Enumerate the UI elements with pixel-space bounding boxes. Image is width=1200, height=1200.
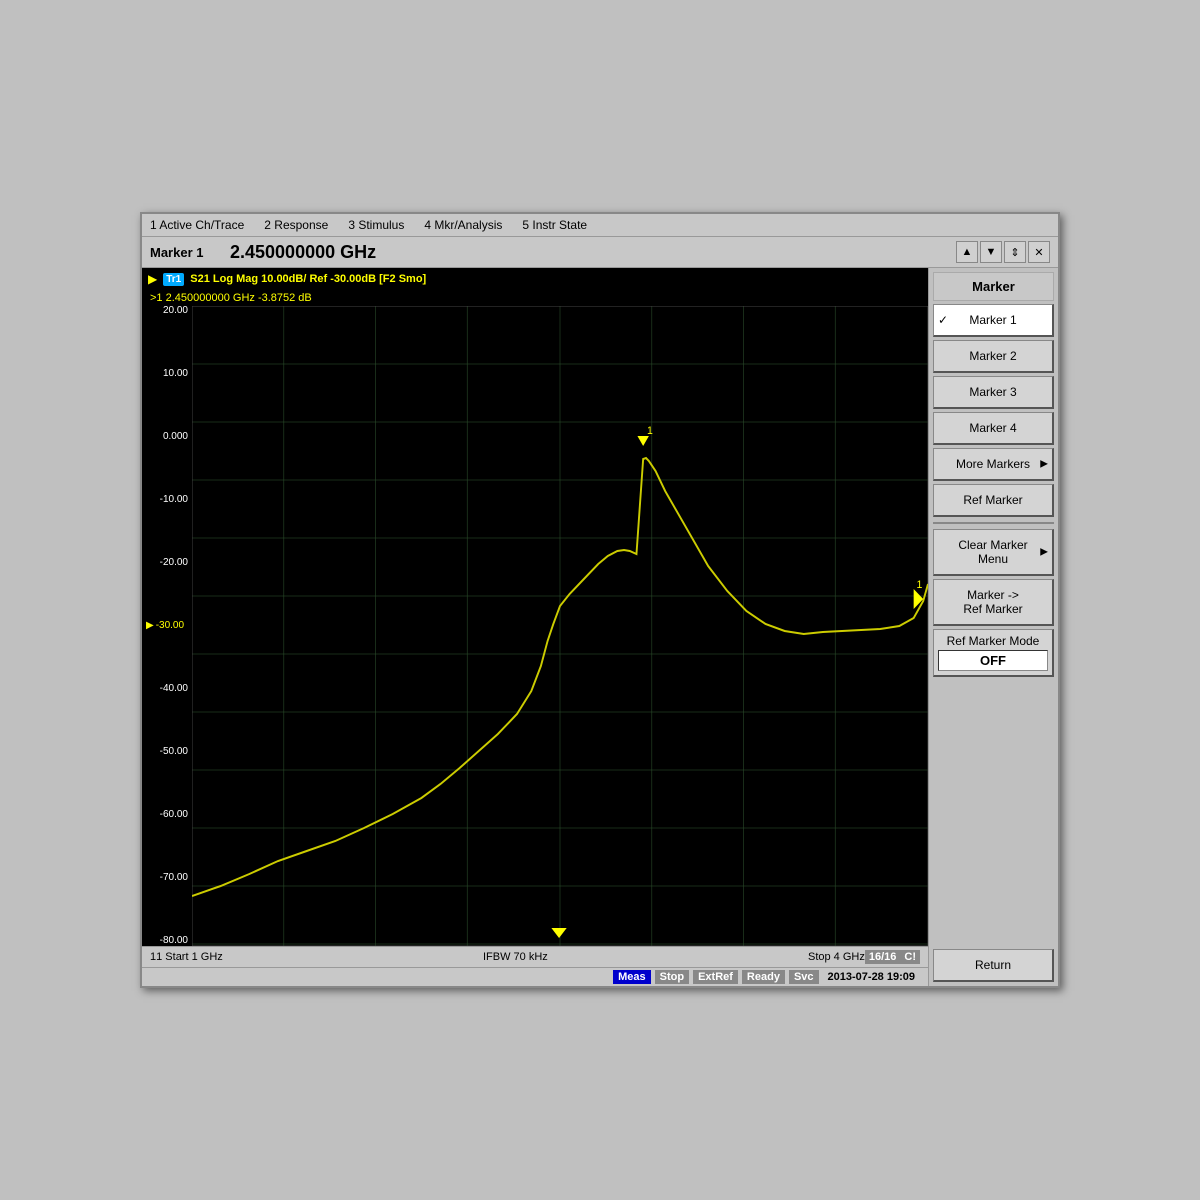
main-area: ▶ Tr1 S21 Log Mag 10.00dB/ Ref -30.00dB …: [142, 268, 1058, 986]
badge-stop: Stop: [655, 970, 689, 984]
ref-marker-mode-btn[interactable]: Ref Marker Mode OFF: [933, 629, 1054, 677]
page-badge: 16/16: [865, 950, 901, 964]
ifbw-display: IFBW 70 kHz: [223, 951, 808, 963]
marker-label: Marker 1: [150, 245, 220, 260]
marker1-check: ✓: [938, 313, 948, 327]
title-controls: ▲ ▼ ⇕ ✕: [956, 241, 1050, 263]
sidebar-title: Marker: [933, 272, 1054, 301]
clear-marker-menu-btn[interactable]: Clear MarkerMenu ▶: [933, 529, 1054, 576]
menu-stimulus[interactable]: 3 Stimulus: [348, 218, 404, 232]
marker-value: 2.450000000 GHz: [230, 242, 946, 263]
marker1-btn[interactable]: ✓ Marker 1: [933, 304, 1054, 337]
marker4-btn[interactable]: Marker 4: [933, 412, 1054, 445]
clear-marker-label: Clear MarkerMenu: [958, 538, 1027, 566]
return-label: Return: [975, 958, 1011, 972]
y-label-9: -80.00: [146, 936, 188, 946]
menu-bar: 1 Active Ch/Trace 2 Response 3 Stimulus …: [142, 214, 1058, 237]
chart-graph[interactable]: 20.00 10.00 0.000 -10.00 -20.00 ▶-30.00 …: [142, 306, 928, 946]
sidebar-divider: [933, 522, 1054, 524]
more-markers-arrow: ▶: [1040, 459, 1048, 470]
ref-marker-btn[interactable]: Ref Marker: [933, 484, 1054, 517]
svg-text:1: 1: [917, 579, 923, 591]
y-label-0: 20.00: [146, 306, 188, 316]
chart-header-text: S21 Log Mag 10.00dB/ Ref -30.00dB [F2 Sm…: [190, 273, 426, 285]
marker2-btn[interactable]: Marker 2: [933, 340, 1054, 373]
marker3-label: Marker 3: [969, 385, 1016, 399]
y-label-6: -50.00: [146, 747, 188, 757]
ref-marker-label: Ref Marker: [963, 493, 1022, 507]
y-label-7: -60.00: [146, 810, 188, 820]
menu-mkr-analysis[interactable]: 4 Mkr/Analysis: [424, 218, 502, 232]
marker-to-ref-btn[interactable]: Marker ->Ref Marker: [933, 579, 1054, 626]
trace-badge: Tr1: [163, 273, 184, 286]
c-badge: C!: [900, 950, 920, 964]
ref-marker-mode-label: Ref Marker Mode: [947, 634, 1040, 648]
y-label-4: -20.00: [146, 558, 188, 568]
return-btn[interactable]: Return: [933, 949, 1054, 982]
chart-header: ▶ Tr1 S21 Log Mag 10.00dB/ Ref -30.00dB …: [142, 268, 928, 290]
status-indicators: Meas Stop ExtRef Ready Svc 2013-07-28 19…: [142, 967, 928, 986]
chart-area: ▶ Tr1 S21 Log Mag 10.00dB/ Ref -30.00dB …: [142, 268, 928, 986]
increment-btn[interactable]: ▲: [956, 241, 978, 263]
menu-instr-state[interactable]: 5 Instr State: [522, 218, 587, 232]
svg-text:1: 1: [647, 425, 653, 437]
chart-svg: 1 1: [192, 306, 928, 946]
y-label-5: -40.00: [146, 684, 188, 694]
badge-extref: ExtRef: [693, 970, 738, 984]
y-label-3: -10.00: [146, 495, 188, 505]
marker2-label: Marker 2: [969, 349, 1016, 363]
decrement-btn[interactable]: ▼: [980, 241, 1002, 263]
badge-meas: Meas: [613, 970, 651, 984]
close-btn[interactable]: ✕: [1028, 241, 1050, 263]
marker1-label: Marker 1: [969, 313, 1016, 327]
menu-active-ch[interactable]: 1 Active Ch/Trace: [150, 218, 244, 232]
menu-response[interactable]: 2 Response: [264, 218, 328, 232]
chart-status-bar: 1 1 Start 1 GHz IFBW 70 kHz Stop 4 GHz 1…: [142, 946, 928, 967]
more-markers-btn[interactable]: More Markers ▶: [933, 448, 1054, 481]
instrument-frame: 1 Active Ch/Trace 2 Response 3 Stimulus …: [140, 212, 1060, 988]
badge-ready: Ready: [742, 970, 785, 984]
start-freq: 1 Start 1 GHz: [156, 951, 223, 963]
marker-to-ref-label: Marker ->Ref Marker: [963, 588, 1022, 616]
ref-marker-mode-value: OFF: [938, 650, 1048, 671]
split-btn[interactable]: ⇕: [1004, 241, 1026, 263]
chart-inner: 1 1: [192, 306, 928, 946]
badge-svc: Svc: [789, 970, 819, 984]
y-axis: 20.00 10.00 0.000 -10.00 -20.00 ▶-30.00 …: [142, 306, 192, 946]
clear-marker-arrow: ▶: [1040, 547, 1048, 558]
y-label-8: -70.00: [146, 873, 188, 883]
y-label-1: 10.00: [146, 369, 188, 379]
marker4-label: Marker 4: [969, 421, 1016, 435]
sidebar: Marker ✓ Marker 1 Marker 2 Marker 3 Mark…: [928, 268, 1058, 986]
more-markers-label: More Markers: [956, 457, 1030, 471]
marker-info-text: >1 2.450000000 GHz -3.8752 dB: [142, 290, 928, 306]
title-bar: Marker 1 2.450000000 GHz ▲ ▼ ⇕ ✕: [142, 237, 1058, 268]
datetime-display: 2013-07-28 19:09: [823, 970, 920, 984]
y-label-ref: ▶-30.00: [146, 621, 188, 631]
stop-freq: Stop 4 GHz: [808, 951, 865, 963]
marker3-btn[interactable]: Marker 3: [933, 376, 1054, 409]
y-label-2: 0.000: [146, 432, 188, 442]
